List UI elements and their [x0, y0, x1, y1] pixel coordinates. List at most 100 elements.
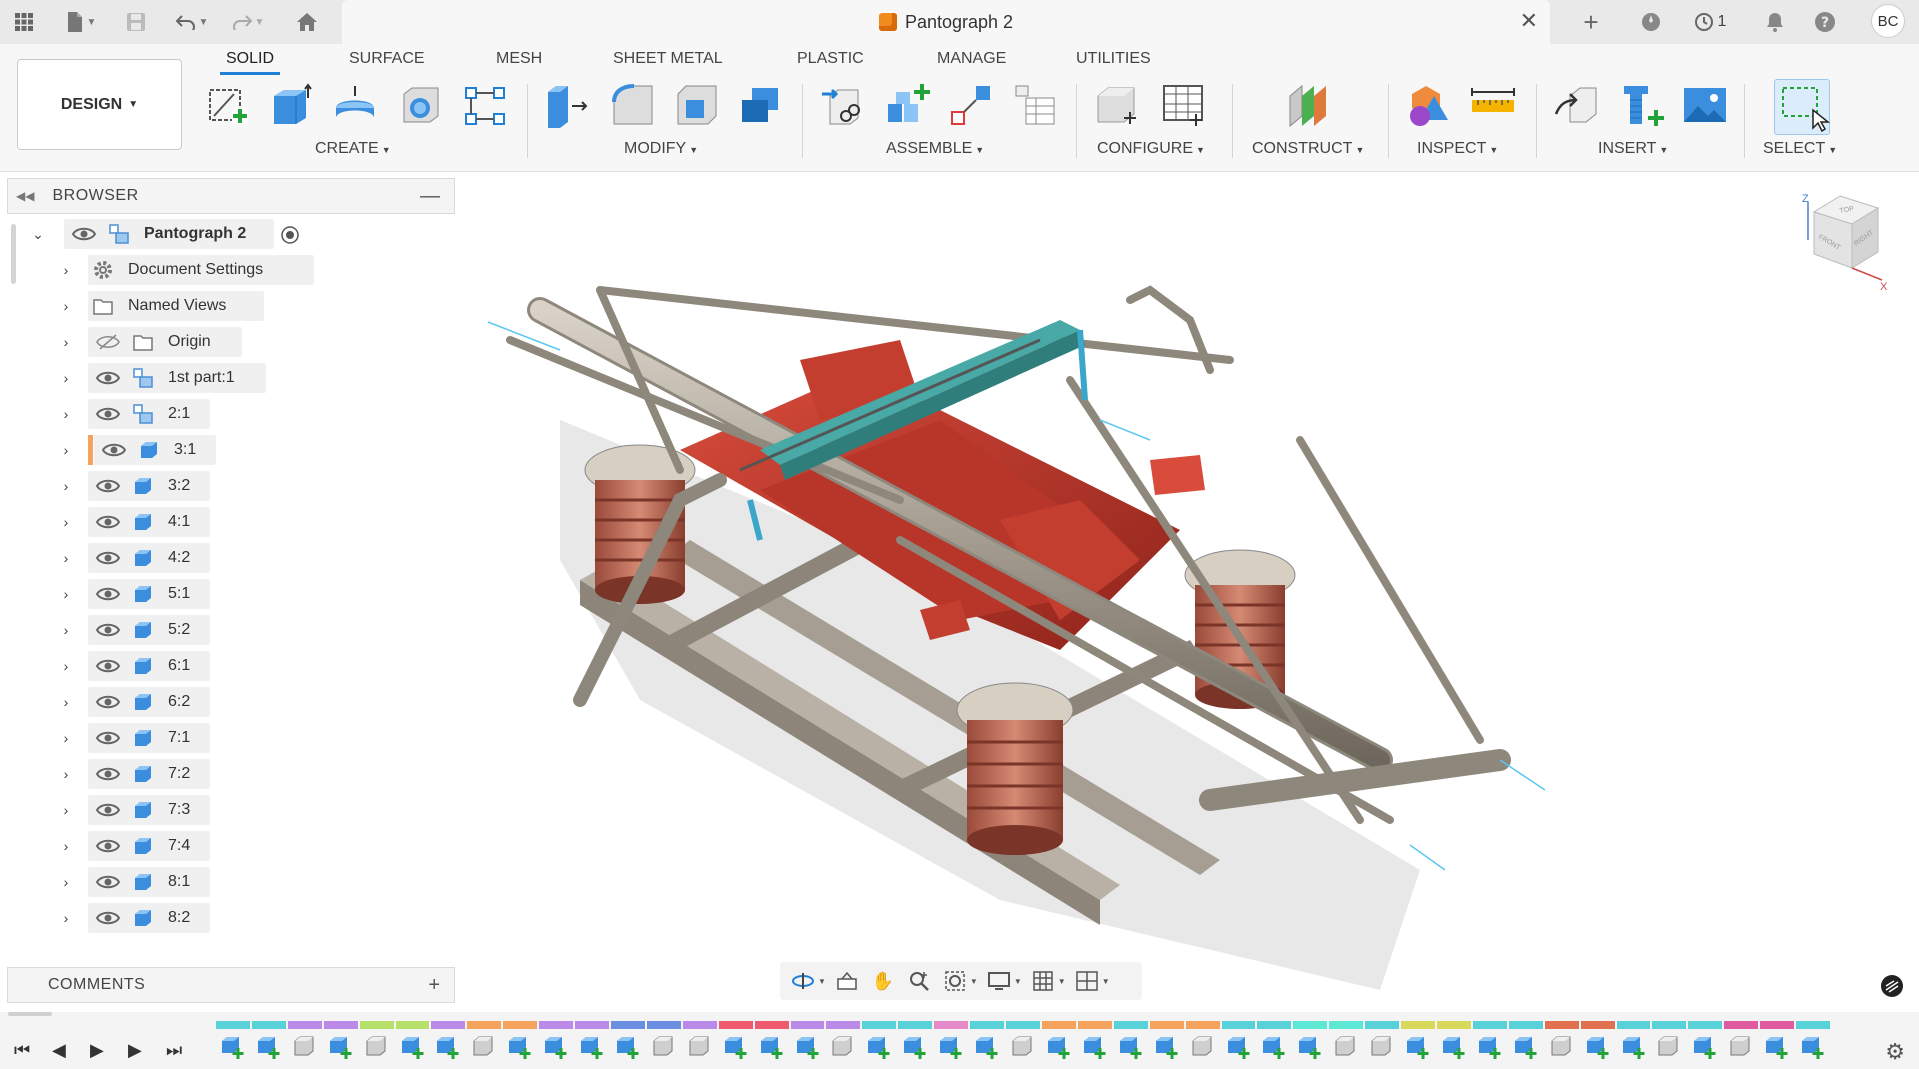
chevron-right-icon[interactable]: ›	[58, 514, 74, 530]
chevron-right-icon[interactable]: ›	[58, 370, 74, 386]
chevron-right-icon[interactable]: ›	[58, 478, 74, 494]
timeline-feature-component-icon[interactable]	[795, 1034, 819, 1060]
chevron-right-icon[interactable]: ›	[58, 802, 74, 818]
timeline-feature-component-icon[interactable]	[1692, 1034, 1716, 1060]
assemble-menu[interactable]: ASSEMBLE ▼	[886, 140, 984, 158]
undo-button[interactable]: ▼	[170, 6, 214, 38]
timeline-group-bar[interactable]	[1616, 1021, 1651, 1029]
timeline-group-bar[interactable]	[1365, 1021, 1400, 1029]
timeline-group-bar[interactable]	[287, 1021, 322, 1029]
modify-menu[interactable]: MODIFY ▼	[624, 140, 698, 158]
timeline-group-bar[interactable]	[754, 1021, 789, 1029]
timeline-feature-component-icon[interactable]	[1800, 1034, 1824, 1060]
timeline-feature-component-icon[interactable]	[1764, 1034, 1788, 1060]
insert-canvas-icon[interactable]	[1682, 82, 1728, 128]
timeline-feature-component-icon[interactable]	[1297, 1034, 1321, 1060]
timeline-group-bar[interactable]	[970, 1021, 1005, 1029]
timeline-group-bar[interactable]	[646, 1021, 681, 1029]
visibility-eye-icon[interactable]	[96, 550, 120, 566]
save-icon[interactable]	[122, 6, 150, 38]
timeline-feature-shell-icon[interactable]	[1190, 1034, 1214, 1060]
timeline-group-bar[interactable]	[1652, 1021, 1687, 1029]
collapse-panel-icon[interactable]: ◀◀	[16, 189, 34, 203]
visibility-eye-icon[interactable]	[96, 874, 120, 890]
timeline-feature-component-icon[interactable]	[1226, 1034, 1250, 1060]
insert-menu[interactable]: INSERT ▼	[1598, 140, 1668, 158]
timeline-group-bar[interactable]	[1257, 1021, 1292, 1029]
timeline-feature-component-icon[interactable]	[723, 1034, 747, 1060]
timeline-feature-shell-icon[interactable]	[651, 1034, 675, 1060]
visibility-eye-icon[interactable]	[96, 910, 120, 926]
select-menu[interactable]: SELECT ▼	[1763, 140, 1837, 158]
timeline-feature-component-icon[interactable]	[1154, 1034, 1178, 1060]
tab-utilities[interactable]: UTILITIES	[1076, 50, 1151, 68]
timeline-group-bar[interactable]	[1113, 1021, 1148, 1029]
timeline-group-bar[interactable]	[934, 1021, 969, 1029]
timeline-feature-shell-icon[interactable]	[292, 1034, 316, 1060]
document-tab[interactable]: Pantograph 2 ✕	[342, 0, 1550, 44]
browser-item[interactable]: › 7:2	[0, 758, 460, 790]
tab-plastic[interactable]: PLASTIC	[797, 50, 864, 68]
timeline-group-bar[interactable]	[1508, 1021, 1543, 1029]
timeline-group-bar[interactable]	[395, 1021, 430, 1029]
workspace-switcher-button[interactable]: DESIGN ▼	[17, 59, 182, 150]
timeline-feature-shell-icon[interactable]	[1728, 1034, 1752, 1060]
pattern-icon[interactable]	[462, 82, 508, 128]
press-pull-icon[interactable]	[544, 82, 590, 128]
timeline-settings-gear-icon[interactable]: ⚙	[1885, 1039, 1905, 1065]
visibility-eye-icon[interactable]	[96, 694, 120, 710]
bill-of-materials-icon[interactable]	[1012, 82, 1058, 128]
timeline-group-bar[interactable]	[790, 1021, 825, 1029]
timeline-group-bar[interactable]	[539, 1021, 574, 1029]
browser-item[interactable]: › 8:1	[0, 866, 460, 898]
browser-item[interactable]: › 6:1	[0, 650, 460, 682]
timeline-group-bar[interactable]	[1688, 1021, 1723, 1029]
play-icon[interactable]: ▶	[90, 1040, 104, 1061]
timeline-feature-component-icon[interactable]	[1441, 1034, 1465, 1060]
configuration-table-icon[interactable]	[1160, 82, 1206, 128]
timeline-group-bar[interactable]	[503, 1021, 538, 1029]
timeline-group-bar[interactable]	[1724, 1021, 1759, 1029]
timeline-feature-component-icon[interactable]	[1477, 1034, 1501, 1060]
step-back-icon[interactable]: ◀	[52, 1040, 66, 1061]
browser-item[interactable]: › 2:1	[0, 398, 460, 430]
chevron-right-icon[interactable]: ›	[58, 298, 74, 314]
timeline-feature-component-icon[interactable]	[579, 1034, 603, 1060]
insert-mcmaster-icon[interactable]	[1618, 82, 1664, 128]
timeline-group-bar[interactable]	[682, 1021, 717, 1029]
chevron-right-icon[interactable]: ›	[58, 262, 74, 278]
browser-item[interactable]: › 4:2	[0, 542, 460, 574]
home-icon[interactable]	[292, 6, 322, 38]
file-menu-button[interactable]: ▼	[60, 6, 102, 38]
timeline-feature-component-icon[interactable]	[1261, 1034, 1285, 1060]
timeline-feature-component-icon[interactable]	[1513, 1034, 1537, 1060]
fillet-icon[interactable]	[610, 82, 656, 128]
timeline-feature-component-icon[interactable]	[220, 1034, 244, 1060]
browser-item[interactable]: › Named Views	[0, 290, 460, 322]
visibility-eye-icon[interactable]	[96, 622, 120, 638]
tab-surface[interactable]: SURFACE	[349, 50, 425, 68]
joint-icon[interactable]	[820, 82, 866, 128]
timeline-group-bar[interactable]	[1006, 1021, 1040, 1029]
display-settings-icon[interactable]	[1406, 82, 1452, 128]
redo-button[interactable]: ▼	[226, 6, 270, 38]
timeline-feature-component-icon[interactable]	[974, 1034, 998, 1060]
fit-window-icon[interactable]	[940, 967, 970, 995]
notifications-bell-icon[interactable]	[1760, 6, 1790, 38]
timeline-group-bar[interactable]	[1185, 1021, 1220, 1029]
tab-sheet-metal[interactable]: SHEET METAL	[613, 50, 723, 68]
chevron-right-icon[interactable]: ›	[58, 694, 74, 710]
timeline-feature-component-icon[interactable]	[902, 1034, 926, 1060]
browser-item[interactable]: › Document Settings	[0, 254, 460, 286]
timeline-feature-shell-icon[interactable]	[1369, 1034, 1393, 1060]
select-tool-button[interactable]	[1774, 79, 1831, 135]
timeline-group-bar[interactable]	[467, 1021, 502, 1029]
orbit-icon[interactable]	[788, 967, 818, 995]
visibility-eye-icon[interactable]	[96, 370, 120, 386]
tab-manage[interactable]: MANAGE	[937, 50, 1006, 68]
browser-root-item[interactable]: ⌄ Pantograph 2	[0, 218, 460, 250]
timeline-group-bar[interactable]	[862, 1021, 897, 1029]
measure-icon[interactable]	[1470, 82, 1516, 128]
offset-plane-icon[interactable]	[1286, 82, 1332, 128]
timeline-feature-component-icon[interactable]	[1621, 1034, 1645, 1060]
